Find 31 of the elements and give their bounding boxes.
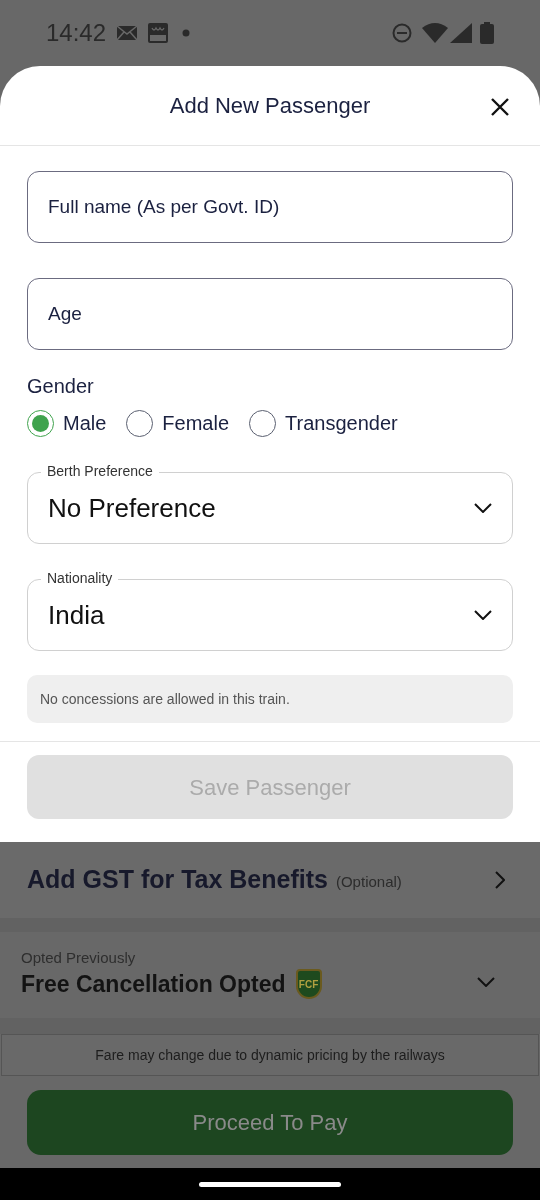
caption-text: Opted Previously [21, 948, 137, 967]
dropdown-value: No Preference [48, 491, 217, 525]
optional-label: (Optional) [335, 871, 402, 892]
cancellation-title: Free Cancellation Opted [21, 969, 286, 999]
input-field[interactable]: Age [27, 278, 513, 350]
signal-icon [450, 23, 472, 43]
shield-badge: FCF [295, 969, 322, 999]
gst-title: Add GST for Tax Benefits [27, 864, 328, 896]
battery-icon [480, 22, 494, 44]
chevron-down-icon [474, 503, 492, 513]
input-field[interactable]: Full name (As per Govt. ID) [27, 171, 513, 243]
status-time: 14:42 [46, 18, 107, 48]
field-label: Nationality [41, 569, 119, 587]
chevron-down-icon [477, 977, 495, 987]
radio-label[interactable]: Female [162, 408, 230, 438]
wallet-app-icon [148, 23, 169, 43]
sheet-title: Add New Passenger [169, 92, 371, 120]
dropdown-value: India [48, 598, 106, 632]
fare-note: Fare may change due to dynamic pricing by the railways [1, 1034, 539, 1076]
radio-label[interactable]: Transgender [285, 408, 398, 438]
do-not-disturb-icon [392, 23, 412, 43]
chevron-right-icon [495, 871, 505, 889]
mail-icon [116, 25, 139, 41]
chevron-down-icon [474, 610, 492, 620]
close-button[interactable] [490, 97, 510, 117]
gender-label: Gender [27, 374, 95, 398]
wifi-icon [422, 23, 448, 43]
radio-label[interactable]: Male [63, 408, 107, 438]
notification-dot-icon [182, 29, 191, 37]
home-indicator[interactable] [199, 1181, 341, 1187]
info-note: No concessions are allowed in this train. [27, 675, 513, 723]
